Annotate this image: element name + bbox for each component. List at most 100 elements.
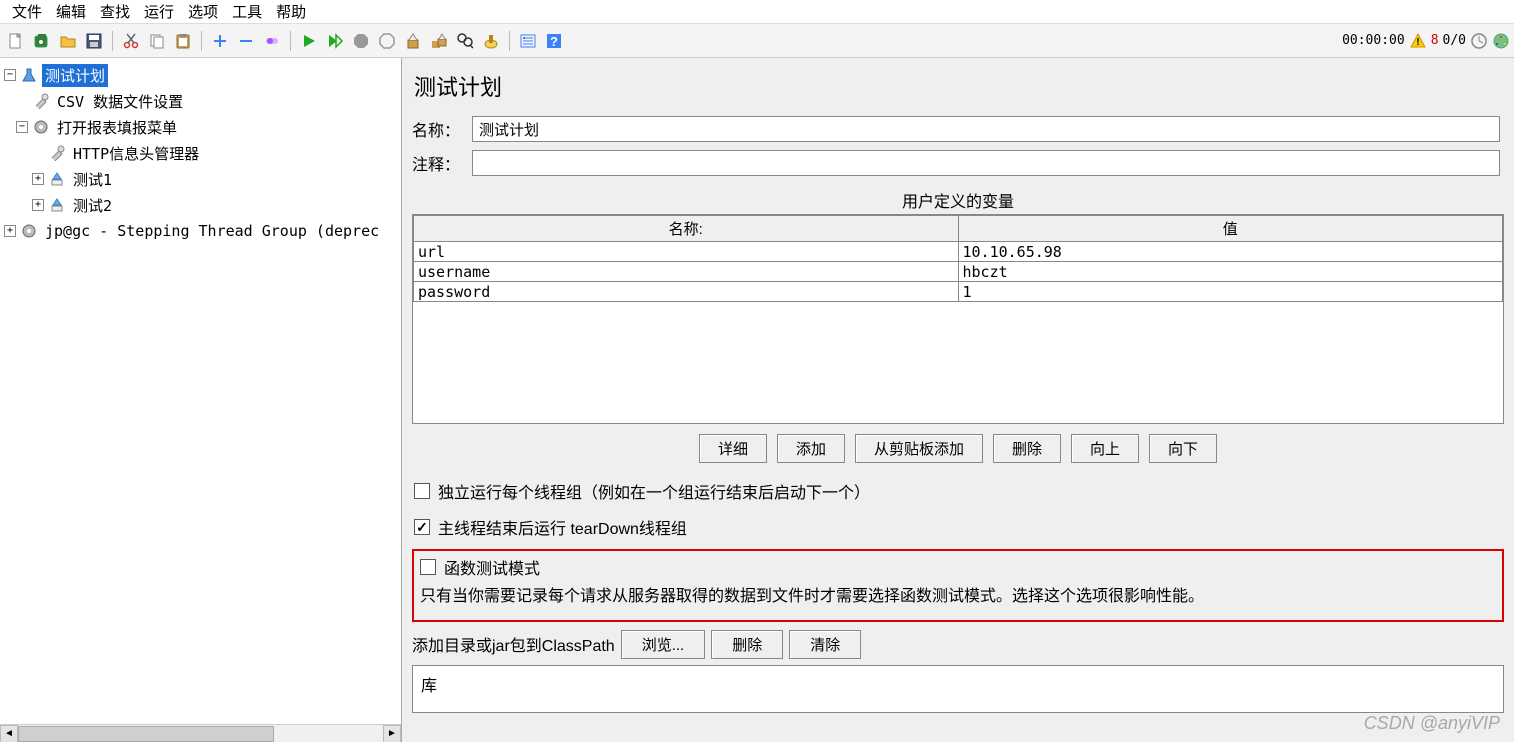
expand-toggle[interactable]: + xyxy=(32,173,44,185)
functional-mode-label: 函数测试模式 xyxy=(444,555,540,579)
warning-icon[interactable]: ! xyxy=(1409,32,1427,50)
tree-node-menu-group[interactable]: − 打开报表填报菜单 xyxy=(0,114,401,140)
sampler-icon xyxy=(48,196,66,214)
open-icon[interactable] xyxy=(56,29,80,53)
thread-count: 0/0 xyxy=(1443,33,1466,48)
add-from-clipboard-button[interactable]: 从剪贴板添加 xyxy=(855,434,983,463)
search-icon[interactable] xyxy=(453,29,477,53)
toggle-icon[interactable] xyxy=(260,29,284,53)
scroll-left-icon[interactable]: ◄ xyxy=(0,725,18,742)
menu-file[interactable]: 文件 xyxy=(6,0,48,24)
browse-button[interactable]: 浏览... xyxy=(621,630,706,659)
col-name-header[interactable]: 名称: xyxy=(414,216,959,242)
comment-label: 注释： xyxy=(412,151,472,175)
functional-mode-note: 只有当你需要记录每个请求从服务器取得的数据到文件时才需要选择函数测试模式。选择这… xyxy=(420,583,1496,612)
menu-tools[interactable]: 工具 xyxy=(226,0,268,24)
wrench-icon xyxy=(32,92,50,110)
vars-table[interactable]: 名称: 值 url 10.10.65.98 username hbczt pas… xyxy=(412,214,1504,424)
clear-all-icon[interactable] xyxy=(427,29,451,53)
function-helper-icon[interactable] xyxy=(516,29,540,53)
server-icon[interactable] xyxy=(1492,32,1510,50)
menu-options[interactable]: 选项 xyxy=(182,0,224,24)
copy-icon[interactable] xyxy=(145,29,169,53)
shutdown-icon[interactable] xyxy=(375,29,399,53)
col-value-header[interactable]: 值 xyxy=(958,216,1503,242)
tree-label[interactable]: jp@gc - Stepping Thread Group (deprec xyxy=(42,221,382,241)
up-button[interactable]: 向上 xyxy=(1071,434,1139,463)
library-list[interactable]: 库 xyxy=(412,665,1504,713)
test-plan-tree[interactable]: − 测试计划 CSV 数据文件设置 − 打开报表填报菜单 HTTP信息头管理器 xyxy=(0,58,401,724)
gear-icon xyxy=(20,222,38,240)
stop-icon[interactable] xyxy=(349,29,373,53)
expand-icon[interactable] xyxy=(208,29,232,53)
content-pane: 测试计划 名称： 注释： 用户定义的变量 名称: 值 url 10.10.65.… xyxy=(402,58,1514,742)
vars-section-title: 用户定义的变量 xyxy=(412,188,1504,212)
collapse-icon[interactable] xyxy=(234,29,258,53)
tree-node-csv[interactable]: CSV 数据文件设置 xyxy=(0,88,401,114)
functional-mode-section: 函数测试模式 只有当你需要记录每个请求从服务器取得的数据到文件时才需要选择函数测… xyxy=(412,549,1504,622)
serialize-checkbox[interactable] xyxy=(414,483,430,499)
panel-title: 测试计划 xyxy=(414,70,1502,102)
flask-icon xyxy=(20,66,38,84)
watermark: CSDN @anyiVIP xyxy=(1364,713,1500,734)
delete-classpath-button[interactable]: 删除 xyxy=(711,630,783,659)
table-row[interactable]: username hbczt xyxy=(414,262,1503,282)
add-button[interactable]: 添加 xyxy=(777,434,845,463)
functional-mode-checkbox[interactable] xyxy=(420,559,436,575)
serialize-label: 独立运行每个线程组（例如在一个组运行结束后启动下一个） xyxy=(438,479,870,503)
menu-search[interactable]: 查找 xyxy=(94,0,136,24)
clear-classpath-button[interactable]: 清除 xyxy=(789,630,861,659)
elapsed-time: 00:00:00 xyxy=(1342,33,1405,48)
name-input[interactable] xyxy=(472,116,1500,142)
tree-label[interactable]: 测试计划 xyxy=(42,64,108,87)
reset-search-icon[interactable] xyxy=(479,29,503,53)
gear-icon xyxy=(32,118,50,136)
tree-label[interactable]: 打开报表填报菜单 xyxy=(54,116,180,139)
tree-label[interactable]: HTTP信息头管理器 xyxy=(70,142,202,165)
cut-icon[interactable] xyxy=(119,29,143,53)
collapse-toggle[interactable]: − xyxy=(4,69,16,81)
clear-icon[interactable] xyxy=(401,29,425,53)
detail-button[interactable]: 详细 xyxy=(699,434,767,463)
tree-label[interactable]: CSV 数据文件设置 xyxy=(54,90,186,113)
expand-toggle[interactable]: + xyxy=(4,225,16,237)
start-no-timers-icon[interactable] xyxy=(323,29,347,53)
collapse-toggle[interactable]: − xyxy=(16,121,28,133)
paste-icon[interactable] xyxy=(171,29,195,53)
scroll-right-icon[interactable]: ► xyxy=(383,725,401,742)
save-icon[interactable] xyxy=(82,29,106,53)
tree-node-stepping[interactable]: + jp@gc - Stepping Thread Group (deprec xyxy=(0,218,401,244)
tree-hscrollbar[interactable]: ◄ ► xyxy=(0,724,401,742)
comment-input[interactable] xyxy=(472,150,1500,176)
start-icon[interactable] xyxy=(297,29,321,53)
table-row[interactable]: password 1 xyxy=(414,282,1503,302)
teardown-label: 主线程结束后运行 tearDown线程组 xyxy=(438,515,687,539)
tree-node-test2[interactable]: + 测试2 xyxy=(0,192,401,218)
expand-toggle[interactable]: + xyxy=(32,199,44,211)
svg-text:?: ? xyxy=(550,34,558,49)
templates-icon[interactable] xyxy=(30,29,54,53)
svg-text:!: ! xyxy=(1415,37,1421,48)
wrench-icon xyxy=(48,144,66,162)
tree-node-testplan[interactable]: − 测试计划 xyxy=(0,62,401,88)
menubar: 文件 编辑 查找 运行 选项 工具 帮助 xyxy=(0,0,1514,24)
tree-label[interactable]: 测试2 xyxy=(70,194,115,217)
help-icon[interactable]: ? xyxy=(542,29,566,53)
menu-edit[interactable]: 编辑 xyxy=(50,0,92,24)
toolbar: ? 00:00:00 ! 8 0/0 xyxy=(0,24,1514,58)
menu-run[interactable]: 运行 xyxy=(138,0,180,24)
tree-pane: − 测试计划 CSV 数据文件设置 − 打开报表填报菜单 HTTP信息头管理器 xyxy=(0,58,402,742)
menu-help[interactable]: 帮助 xyxy=(270,0,312,24)
error-count: 8 xyxy=(1431,33,1439,48)
tree-node-test1[interactable]: + 测试1 xyxy=(0,166,401,192)
teardown-checkbox[interactable] xyxy=(414,519,430,535)
table-row[interactable]: url 10.10.65.98 xyxy=(414,242,1503,262)
tree-node-http-header[interactable]: HTTP信息头管理器 xyxy=(0,140,401,166)
tree-label[interactable]: 测试1 xyxy=(70,168,115,191)
classpath-label: 添加目录或jar包到ClassPath xyxy=(412,632,615,656)
threads-gauge-icon xyxy=(1470,32,1488,50)
down-button[interactable]: 向下 xyxy=(1149,434,1217,463)
delete-button[interactable]: 删除 xyxy=(993,434,1061,463)
new-icon[interactable] xyxy=(4,29,28,53)
name-label: 名称： xyxy=(412,117,472,141)
